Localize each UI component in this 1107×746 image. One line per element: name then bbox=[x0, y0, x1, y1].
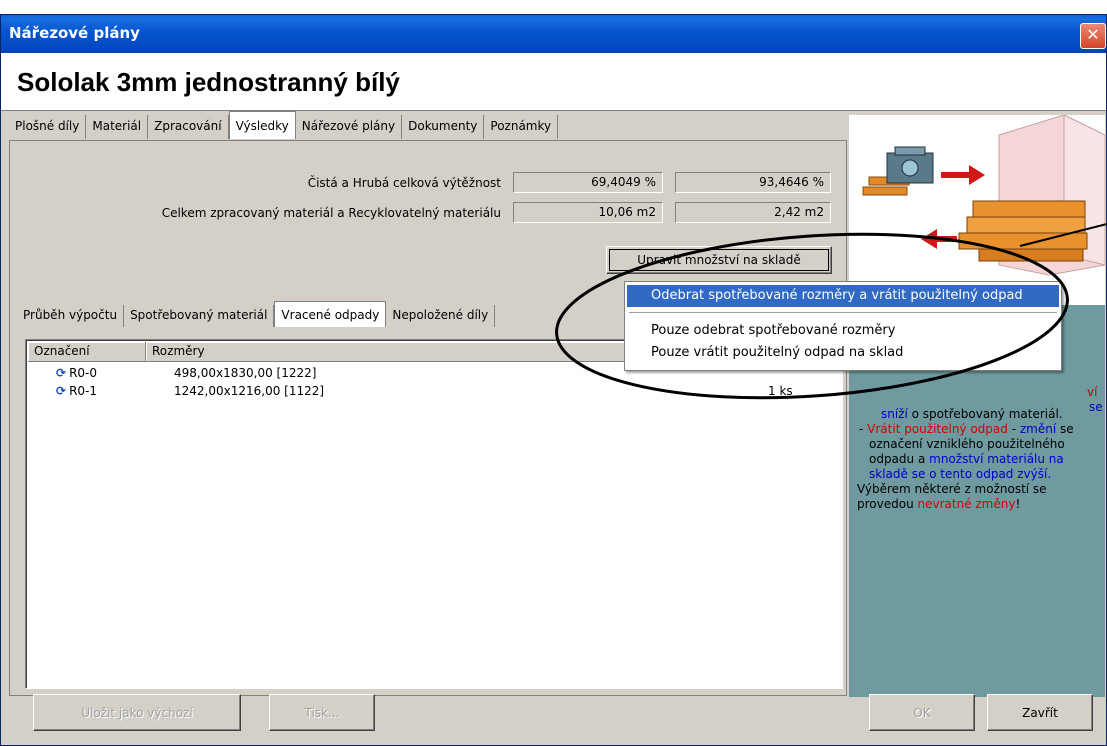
adjust-stock-context-menu: Odebrat spotřebované rozměry a vrátit po… bbox=[624, 281, 1062, 371]
gross-yield-field: 93,4646 % bbox=[675, 172, 831, 193]
list-item[interactable]: ⟳ R0-1 1242,00x1216,00 [1122] 1 ks bbox=[28, 384, 842, 401]
main-tabs: Plošné díly Materiál Zpracování Výsledky… bbox=[9, 111, 559, 141]
material-label: Celkem zpracovaný materiál a Recyklovate… bbox=[161, 206, 501, 220]
reload-icon: ⟳ bbox=[56, 384, 67, 398]
net-yield-field: 69,4049 % bbox=[513, 172, 663, 193]
processed-material-field: 10,06 m2 bbox=[513, 202, 663, 223]
tab-narezove-plany[interactable]: Nářezové plány bbox=[296, 115, 403, 139]
tab-plosne-dily[interactable]: Plošné díly bbox=[9, 115, 87, 139]
menu-item-remove-and-return[interactable]: Odebrat spotřebované rozměry a vrátit po… bbox=[627, 285, 1059, 307]
menu-item-remove-only[interactable]: Pouze odebrat spotřebované rozměry bbox=[627, 320, 1059, 342]
recyclable-material-field: 2,42 m2 bbox=[675, 202, 831, 223]
returned-waste-list[interactable]: Označení Rozměry ⟳ R0-0 498,00x1830,00 [1… bbox=[25, 339, 843, 689]
help-warn-post: ! bbox=[1015, 497, 1021, 511]
help-item2-sep: - bbox=[1007, 422, 1020, 436]
adjust-stock-button[interactable]: Upravit množství na skladě bbox=[606, 246, 832, 274]
tab-prubeh-vypoctu[interactable]: Průběh výpočtu bbox=[17, 305, 125, 327]
item-label: R0-1 bbox=[69, 384, 97, 398]
tab-nepolozene-dily[interactable]: Nepoložené díly bbox=[386, 305, 496, 327]
item-label: R0-0 bbox=[69, 366, 97, 380]
menu-item-return-only[interactable]: Pouze vrátit použitelný odpad na sklad bbox=[627, 342, 1059, 364]
help-item2-blue: změní bbox=[1019, 422, 1057, 436]
close-button[interactable]: Zavřít bbox=[987, 694, 1093, 731]
help-fragment-a: ví bbox=[1087, 385, 1098, 399]
column-header-label[interactable]: Označení bbox=[28, 342, 146, 362]
stock-illustration-graphic bbox=[862, 114, 1106, 276]
window-title: Nářezové plány bbox=[9, 24, 140, 42]
help-line1-blue: sníží bbox=[881, 407, 908, 421]
tab-zpracovani[interactable]: Zpracování bbox=[148, 115, 229, 139]
menu-separator bbox=[629, 312, 1057, 313]
main-window: Nářezové plány ✕ Sololak 3mm jednostrann… bbox=[0, 14, 1107, 746]
item-dims: 498,00x1830,00 [1222] bbox=[174, 366, 317, 380]
item-dims: 1242,00x1216,00 [1122] bbox=[174, 384, 325, 398]
tab-poznamky[interactable]: Poznámky bbox=[484, 115, 559, 139]
help-line1-rest: o spotřebovaný materiál. bbox=[907, 407, 1063, 421]
close-window-icon[interactable]: ✕ bbox=[1080, 23, 1106, 49]
stock-illustration bbox=[849, 114, 1106, 305]
page-title: Sololak 3mm jednostranný bílý bbox=[17, 67, 400, 97]
tab-spotrebovany-material[interactable]: Spotřebovaný materiál bbox=[124, 305, 275, 327]
help-text: sníží o spotřebovaný materiál. - Vrátit … bbox=[857, 407, 1074, 511]
print-button[interactable]: Tisk... bbox=[269, 694, 375, 731]
tab-material[interactable]: Materiál bbox=[86, 115, 149, 139]
title-bar: Nářezové plány ✕ bbox=[1, 15, 1106, 53]
help-warn-red: nevratné změny bbox=[917, 497, 1016, 511]
help-item2-red: Vrátit použitelný odpad bbox=[867, 422, 1008, 436]
item-qty: 1 ks bbox=[768, 384, 793, 398]
header-panel: Sololak 3mm jednostranný bílý bbox=[1, 53, 1106, 111]
save-default-button[interactable]: Uložit jako výchozí bbox=[33, 694, 241, 731]
tab-vracene-odpady[interactable]: Vracené odpady bbox=[274, 301, 387, 327]
tab-vysledky[interactable]: Výsledky bbox=[228, 111, 296, 139]
tab-dokumenty[interactable]: Dokumenty bbox=[402, 115, 485, 139]
yield-label: Čistá a Hrubá celková výtěžnost bbox=[307, 176, 501, 190]
reload-icon: ⟳ bbox=[56, 366, 67, 380]
sub-tabs: Průběh výpočtu Spotřebovaný materiál Vra… bbox=[17, 301, 496, 329]
help-side-panel: ví se sníží o spotřebovaný materiál. - V… bbox=[849, 114, 1106, 697]
ok-button[interactable]: OK bbox=[869, 694, 975, 731]
